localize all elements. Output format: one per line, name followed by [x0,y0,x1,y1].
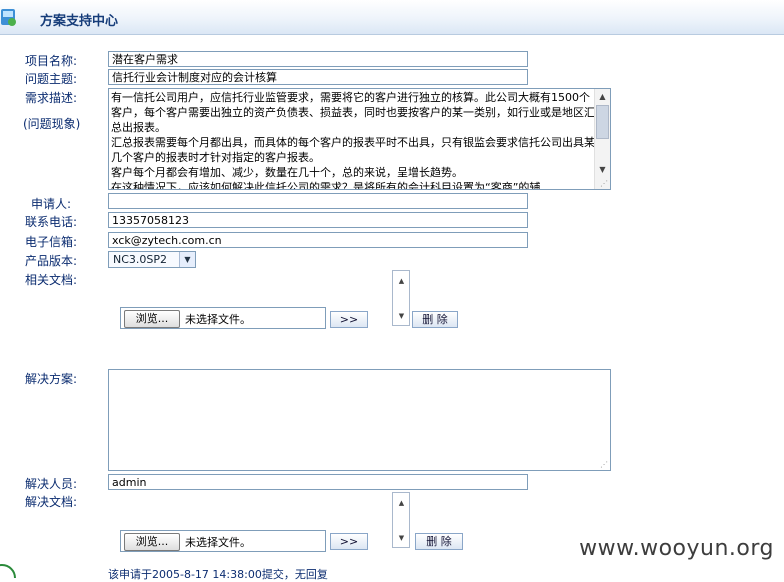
page-title: 方案支持中心 [40,14,119,29]
scroll-thumb[interactable] [596,105,609,139]
description-textarea[interactable]: 有一信托公司用户，应信托行业监管要求，需要将它的客户进行独立的核算。此公司大概有… [108,88,611,190]
add-file-button[interactable]: >> [330,533,368,550]
corner-logo-icon [0,564,16,578]
browse-button[interactable]: 浏览... [124,310,180,328]
topic-field[interactable]: 信托行业会计制度对应的会计核算 [108,69,528,85]
solver-label: 解决人员: [25,477,78,491]
scroll-down-icon[interactable]: ▼ [595,162,610,177]
related-docs-label: 相关文档: [25,273,78,287]
project-label: 项目名称: [25,54,78,68]
list-up-icon[interactable]: ▲ [394,273,409,288]
scroll-up-icon[interactable]: ▲ [595,89,610,104]
resize-grip-icon[interactable]: ⋰ [600,460,609,469]
topic-label: 问题主题: [25,72,78,86]
related-docs-list[interactable]: ▲ ▼ [392,270,410,326]
description-scrollbar[interactable]: ▲ ▼ [594,89,610,189]
solution-docs-file-input[interactable]: 浏览... 未选择文件。 [120,530,326,552]
watermark: www.wooyun.org [579,536,774,561]
phone-field[interactable]: 13357058123 [108,212,528,228]
browse-button[interactable]: 浏览... [124,533,180,551]
solution-docs-list[interactable]: ▲ ▼ [392,492,410,548]
version-value: NC3.0SP2 [113,253,168,266]
description-label: 需求描述: [25,91,78,105]
submission-note: 该申请于2005-8-17 14:38:00提交，无回复 [108,568,328,581]
applicant-label: 申请人: [31,197,72,211]
phone-label: 联系电话: [25,215,78,229]
related-docs-file-input[interactable]: 浏览... 未选择文件。 [120,307,326,329]
version-select[interactable]: NC3.0SP2 ▼ [108,251,196,268]
list-down-icon[interactable]: ▼ [394,308,409,323]
solution-docs-label: 解决文档: [25,495,78,509]
list-down-icon[interactable]: ▼ [394,530,409,545]
delete-file-button[interactable]: 删 除 [415,533,463,550]
email-label: 电子信箱: [25,235,78,249]
no-file-text: 未选择文件。 [185,313,251,326]
project-name-field[interactable]: 潜在客户需求 [108,51,528,67]
chevron-down-icon[interactable]: ▼ [179,252,195,267]
solution-label: 解决方案: [25,372,78,386]
no-file-text: 未选择文件。 [185,536,251,549]
delete-file-button[interactable]: 删 除 [412,311,458,328]
resize-grip-icon[interactable]: ⋰ [600,179,609,188]
version-label: 产品版本: [25,254,78,268]
description-sublabel: (问题现象) [23,117,81,131]
applicant-field[interactable] [108,193,528,209]
description-text: 有一信托公司用户，应信托行业监管要求，需要将它的客户进行独立的核算。此公司大概有… [111,91,595,190]
solution-textarea[interactable]: ⋰ [108,369,611,471]
email-field[interactable]: xck@zytech.com.cn [108,232,528,248]
add-file-button[interactable]: >> [330,311,368,328]
app-logo-icon [1,9,16,26]
list-up-icon[interactable]: ▲ [394,495,409,510]
solver-field[interactable]: admin [108,474,528,490]
